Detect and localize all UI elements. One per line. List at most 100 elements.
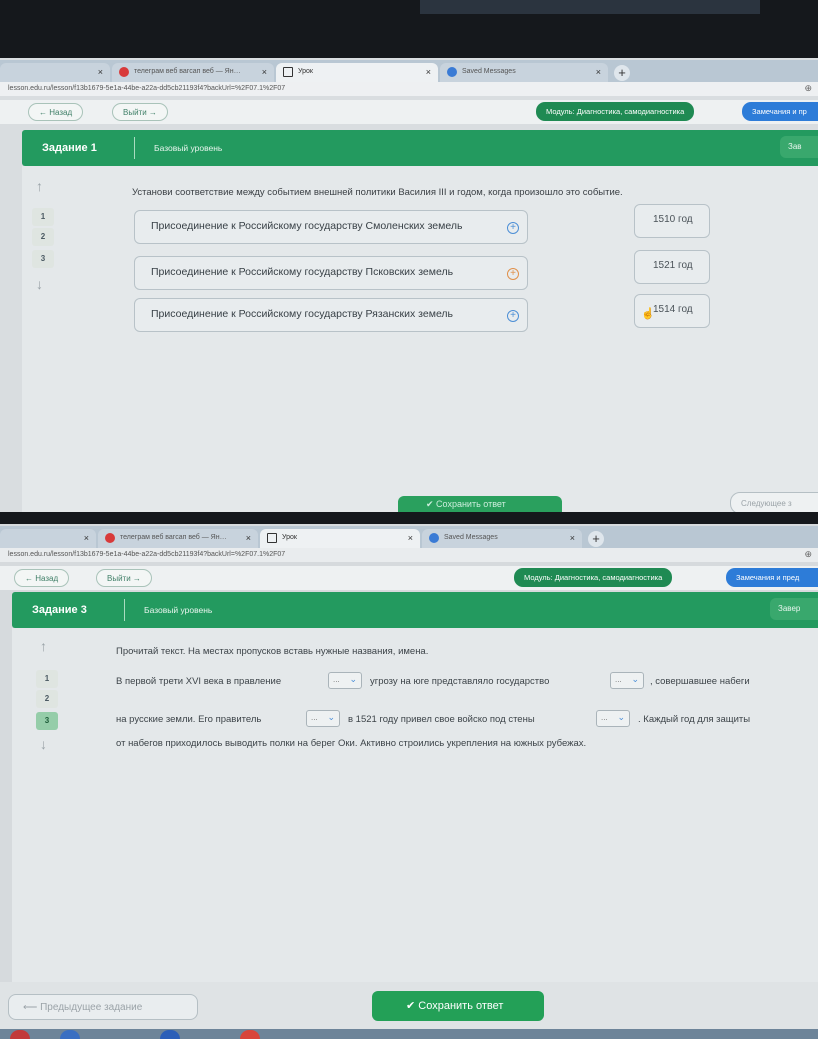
task-level: Базовый уровень	[144, 605, 213, 615]
screenshot-task-3: × телеграм веб вагсап веб — Ян… × Урок ×…	[0, 512, 818, 1039]
tab-label: Saved Messages	[462, 68, 516, 75]
url-text: lesson.edu.ru/lesson/f13b1679-5e1a-44be-…	[8, 85, 286, 92]
close-icon[interactable]: ×	[98, 67, 103, 77]
dropdown-placeholder: ...	[615, 675, 622, 684]
blank-dropdown-city[interactable]: ... ⌄	[596, 710, 630, 727]
blank-dropdown-state[interactable]: ... ⌄	[610, 672, 644, 689]
event-item[interactable]: Присоединение к Российскому государству …	[134, 210, 528, 244]
nav-task-2[interactable]: 2	[36, 690, 58, 708]
remarks-button[interactable]: Замечания и пред	[726, 568, 818, 587]
screenshot-task-1: × телеграм веб вагсап веб — Ян… × Урок ×…	[0, 0, 818, 512]
finish-button[interactable]: Завер	[770, 598, 818, 620]
text-fragment: В первой трети XVI века в правление	[116, 676, 282, 687]
browser-tab[interactable]: ×	[0, 529, 96, 548]
chevron-down-icon: ⌄	[617, 712, 625, 722]
hand-cursor-icon: ☝	[641, 308, 655, 320]
text-fragment: . Каждый год для защиты	[638, 714, 751, 725]
opera-icon	[119, 67, 129, 77]
close-icon[interactable]: ×	[408, 533, 413, 543]
year-item[interactable]: 1521 год	[634, 250, 710, 284]
task-level: Базовый уровень	[154, 143, 223, 153]
divider	[134, 137, 135, 159]
dropdown-placeholder: ...	[333, 675, 340, 684]
browser-tab-bar: × телеграм веб вагсап веб — Ян… × Урок ×…	[0, 60, 818, 82]
year-label: 1514 год	[653, 304, 693, 315]
browser-tab[interactable]: телеграм веб вагсап веб — Ян… ×	[98, 529, 258, 548]
tab-label: телеграм веб вагсап веб — Ян…	[134, 68, 241, 75]
remarks-button[interactable]: Замечания и пр	[742, 102, 818, 121]
exit-button[interactable]: Выйти →	[112, 103, 168, 121]
chevron-down-icon: ⌄	[631, 674, 639, 684]
question-text: Установи соответствие между событием вне…	[132, 187, 623, 198]
plus-icon[interactable]: +	[507, 310, 519, 322]
url-text: lesson.edu.ru/lesson/f13b1679-5e1a-44be-…	[8, 551, 286, 558]
close-icon[interactable]: ×	[246, 533, 251, 543]
finish-button[interactable]: Зав	[780, 136, 818, 158]
task-title: Задание 3	[32, 604, 87, 616]
app-icon[interactable]	[240, 1030, 260, 1039]
close-icon[interactable]: ×	[426, 67, 431, 77]
browser-tab-active[interactable]: Урок ×	[276, 63, 438, 82]
browser-tab[interactable]: Saved Messages ×	[440, 63, 608, 82]
save-label: ✔ Сохранить ответ	[426, 499, 506, 509]
new-tab-button[interactable]: +	[614, 65, 630, 81]
task-header: Задание 3 Базовый уровень Завер	[12, 592, 818, 628]
browser-tab-active[interactable]: Урок ×	[260, 529, 420, 548]
tab-label: Saved Messages	[444, 534, 498, 541]
back-button[interactable]: ← Назад	[28, 103, 84, 121]
year-item[interactable]: 1510 год	[634, 204, 710, 238]
event-item[interactable]: Присоединение к Российскому государству …	[134, 256, 528, 290]
nav-task-1[interactable]: 1	[36, 670, 58, 688]
app-icon[interactable]	[10, 1030, 30, 1039]
text-fragment: от набегов приходилось выводить полки на…	[116, 738, 587, 749]
arrow-down-icon[interactable]: ↓	[36, 276, 43, 292]
next-task-button[interactable]: Следующее з	[730, 492, 818, 512]
close-icon[interactable]: ×	[262, 67, 267, 77]
zoom-icon[interactable]: ⊕	[804, 83, 812, 94]
previous-task-button[interactable]: ⟵ Предыдущее задание	[8, 994, 198, 1020]
save-answer-button[interactable]: ✔ Сохранить ответ	[398, 496, 562, 512]
nav-task-1[interactable]: 1	[32, 208, 54, 226]
text-fragment: на русские земли. Его правитель	[116, 714, 262, 725]
nav-task-3[interactable]: 3	[36, 712, 58, 730]
arrow-down-icon[interactable]: ↓	[40, 736, 47, 752]
close-icon[interactable]: ×	[570, 533, 575, 543]
app-icon[interactable]	[60, 1030, 80, 1039]
tab-label: Урок	[298, 68, 313, 75]
arrow-up-icon[interactable]: ↑	[36, 178, 43, 194]
year-item[interactable]: ☝ 1514 год	[634, 294, 710, 328]
task-content: ↑ 1 2 3 ↓ Прочитай текст. На местах проп…	[12, 628, 818, 988]
instruction-text: Прочитай текст. На местах пропусков вста…	[116, 646, 429, 657]
monitor-bezel	[0, 512, 818, 524]
arrow-up-icon[interactable]: ↑	[40, 638, 47, 654]
event-item[interactable]: Присоединение к Российскому государству …	[134, 298, 528, 332]
save-answer-button[interactable]: ✔ Сохранить ответ	[372, 991, 544, 1021]
module-badge[interactable]: Модуль: Диагностика, самодиагностика	[514, 568, 673, 587]
browser-tab[interactable]: телеграм веб вагсап веб — Ян… ×	[112, 63, 274, 82]
address-bar[interactable]: lesson.edu.ru/lesson/f13b1679-5e1a-44be-…	[0, 82, 818, 96]
close-icon[interactable]: ×	[84, 533, 89, 543]
module-badge[interactable]: Модуль: Диагностика, самодиагностика	[536, 102, 695, 121]
event-label: Присоединение к Российскому государству …	[151, 266, 454, 278]
blank-dropdown-ruler[interactable]: ... ⌄	[328, 672, 362, 689]
address-bar[interactable]: lesson.edu.ru/lesson/f13b1679-5e1a-44be-…	[0, 548, 818, 562]
nav-task-2[interactable]: 2	[32, 228, 54, 246]
telegram-icon	[447, 67, 457, 77]
browser-tab[interactable]: ×	[0, 63, 110, 82]
opera-icon	[105, 533, 115, 543]
lesson-icon	[267, 533, 277, 543]
lesson-icon	[283, 67, 293, 77]
browser-tab[interactable]: Saved Messages ×	[422, 529, 582, 548]
close-icon[interactable]: ×	[596, 67, 601, 77]
new-tab-button[interactable]: +	[588, 531, 604, 547]
plus-icon[interactable]: +	[507, 222, 519, 234]
plus-icon[interactable]: +	[507, 268, 519, 280]
chevron-down-icon: ⌄	[327, 712, 335, 722]
nav-task-3[interactable]: 3	[32, 250, 54, 268]
app-icon[interactable]	[160, 1030, 180, 1039]
zoom-icon[interactable]: ⊕	[804, 549, 812, 560]
back-button[interactable]: ← Назад	[14, 569, 70, 587]
divider	[124, 599, 125, 621]
blank-dropdown-khan[interactable]: ... ⌄	[306, 710, 340, 727]
exit-button[interactable]: Выйти →	[96, 569, 152, 587]
